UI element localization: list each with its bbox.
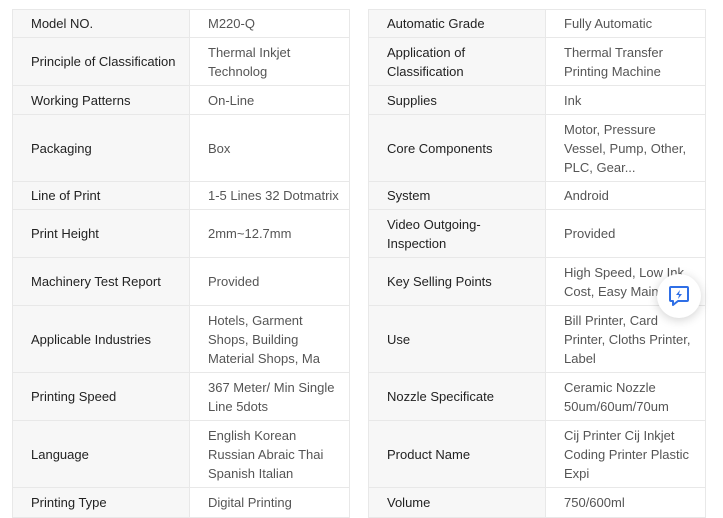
spec-value: 1-5 Lines 32 Dotmatrix (189, 181, 350, 210)
spec-value: On-Line (189, 85, 350, 115)
spec-value: M220-Q (189, 9, 350, 38)
spec-value: Fully Automatic (545, 9, 706, 38)
spec-row: System Android (368, 181, 706, 210)
spec-key: Printing Speed (12, 372, 190, 421)
spec-row: Applicable Industries Hotels, Garment Sho… (12, 305, 350, 373)
spec-key: Automatic Grade (368, 9, 546, 38)
spec-key: Print Height (12, 209, 190, 258)
spec-row: Packaging Box (12, 114, 350, 182)
spec-value: Hotels, Garment Shops, Building Material… (189, 305, 350, 373)
spec-row: Language English Korean Russian Abraic Th… (12, 420, 350, 488)
spec-row: Model NO. M220-Q (12, 9, 350, 38)
spec-value: Motor, Pressure Vessel, Pump, Other, PLC… (545, 114, 706, 182)
chat-button[interactable] (657, 274, 701, 318)
spec-row: Use Bill Printer, Card Printer, Cloths Pr… (368, 305, 706, 373)
spec-value: Provided (189, 257, 350, 306)
spec-table-left: Model NO. M220-Q Principle of Classificati… (12, 9, 350, 518)
spec-key: Language (12, 420, 190, 488)
spec-row: Core Components Motor, Pressure Vessel, P… (368, 114, 706, 182)
spec-key: Core Components (368, 114, 546, 182)
spec-key: Video Outgoing-Inspection (368, 209, 546, 258)
spec-key: Model NO. (12, 9, 190, 38)
spec-table-right: Automatic Grade Fully Automatic Applicatio… (368, 9, 706, 518)
spec-row: Product Name Cij Printer Cij Inkjet Codin… (368, 420, 706, 488)
spec-key: Key Selling Points (368, 257, 546, 306)
spec-value: Ink (545, 85, 706, 115)
spec-row: Automatic Grade Fully Automatic (368, 9, 706, 38)
spec-section: Model NO. M220-Q Principle of Classificati… (12, 9, 706, 518)
spec-key: Principle of Classification (12, 37, 190, 86)
spec-key: Working Patterns (12, 85, 190, 115)
spec-value: Box (189, 114, 350, 182)
spec-key: Product Name (368, 420, 546, 488)
spec-row: Supplies Ink (368, 85, 706, 115)
spec-value: Provided (545, 209, 706, 258)
spec-value: Thermal Transfer Printing Machine (545, 37, 706, 86)
spec-row: Nozzle Specificate Ceramic Nozzle 50um/60… (368, 372, 706, 421)
spec-row: Printing Type Digital Printing (12, 487, 350, 518)
spec-row: Principle of Classification Thermal Inkje… (12, 37, 350, 86)
spec-row: Volume 750/600ml (368, 487, 706, 518)
spec-key: Applicable Industries (12, 305, 190, 373)
spec-key: Nozzle Specificate (368, 372, 546, 421)
spec-key: Application of Classification (368, 37, 546, 86)
spec-key: Use (368, 305, 546, 373)
spec-key: Supplies (368, 85, 546, 115)
spec-value: 367 Meter/ Min Single Line 5dots (189, 372, 350, 421)
spec-key: Machinery Test Report (12, 257, 190, 306)
spec-value: Cij Printer Cij Inkjet Coding Printer Pl… (545, 420, 706, 488)
spec-row: Machinery Test Report Provided (12, 257, 350, 306)
spec-row: Line of Print 1-5 Lines 32 Dotmatrix (12, 181, 350, 210)
spec-key: Volume (368, 487, 546, 518)
spec-row: Printing Speed 367 Meter/ Min Single Line… (12, 372, 350, 421)
spec-value: Ceramic Nozzle 50um/60um/70um (545, 372, 706, 421)
spec-row: Print Height 2mm~12.7mm (12, 209, 350, 258)
spec-value: 750/600ml (545, 487, 706, 518)
spec-value: English Korean Russian Abraic Thai Spani… (189, 420, 350, 488)
spec-value: 2mm~12.7mm (189, 209, 350, 258)
spec-row: Working Patterns On-Line (12, 85, 350, 115)
spec-row: Key Selling Points High Speed, Low Ink Co… (368, 257, 706, 306)
chat-lightning-icon (669, 286, 689, 306)
spec-key: System (368, 181, 546, 210)
spec-key: Packaging (12, 114, 190, 182)
spec-row: Video Outgoing-Inspection Provided (368, 209, 706, 258)
spec-value: Android (545, 181, 706, 210)
spec-value: Digital Printing (189, 487, 350, 518)
spec-value: Thermal Inkjet Technolog (189, 37, 350, 86)
spec-key: Line of Print (12, 181, 190, 210)
spec-key: Printing Type (12, 487, 190, 518)
spec-row: Application of Classification Thermal Tra… (368, 37, 706, 86)
